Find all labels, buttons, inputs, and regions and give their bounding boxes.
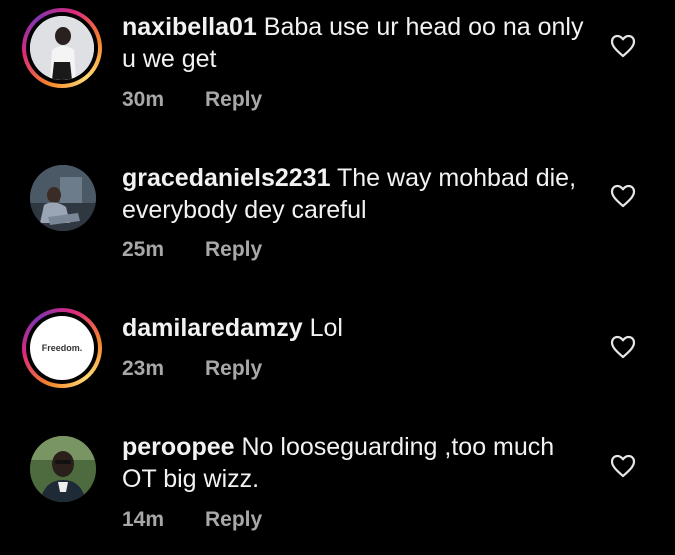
comment-text: gracedaniels2231 The way mohbad die, eve… [122, 162, 592, 226]
reply-button[interactable]: Reply [205, 357, 262, 381]
story-ring[interactable] [22, 8, 102, 88]
avatar[interactable] [30, 165, 96, 231]
comment-meta: 23m Reply [122, 357, 262, 381]
avatar[interactable]: Freedom. [30, 316, 94, 380]
reply-button[interactable]: Reply [205, 88, 262, 112]
heart-icon[interactable] [610, 184, 636, 208]
comment-time: 25m [122, 238, 165, 261]
profile-photo-icon [30, 16, 94, 80]
comment-time: 14m [122, 508, 165, 531]
comment-text: damilaredamzy Lol [122, 312, 592, 344]
comment-body: Lol [309, 314, 343, 342]
reply-button[interactable]: Reply [205, 238, 262, 262]
comment-username[interactable]: peroopee [122, 433, 235, 461]
comment-meta: 25m Reply [122, 238, 262, 262]
comment-username[interactable]: gracedaniels2231 [122, 164, 330, 192]
heart-icon[interactable] [610, 34, 636, 58]
avatar[interactable] [30, 16, 94, 80]
profile-photo-icon [30, 165, 96, 231]
heart-icon[interactable] [610, 335, 636, 359]
profile-photo-icon [30, 436, 96, 502]
comment-meta: 30m Reply [122, 88, 262, 112]
comment-text: naxibella01 Baba use ur head oo na only … [122, 11, 592, 75]
heart-icon[interactable] [610, 454, 636, 478]
comment-time: 23m [122, 357, 165, 380]
avatar[interactable] [30, 436, 96, 502]
comment-username[interactable]: damilaredamzy [122, 314, 303, 342]
comment-text: peroopee No looseguarding ,too much OT b… [122, 431, 592, 495]
reply-button[interactable]: Reply [205, 508, 262, 532]
avatar-caption: Freedom. [41, 343, 83, 353]
comment-time: 30m [122, 88, 165, 111]
comment-username[interactable]: naxibella01 [122, 13, 257, 41]
story-ring[interactable]: Freedom. [22, 308, 102, 388]
comment-meta: 14m Reply [122, 508, 262, 532]
